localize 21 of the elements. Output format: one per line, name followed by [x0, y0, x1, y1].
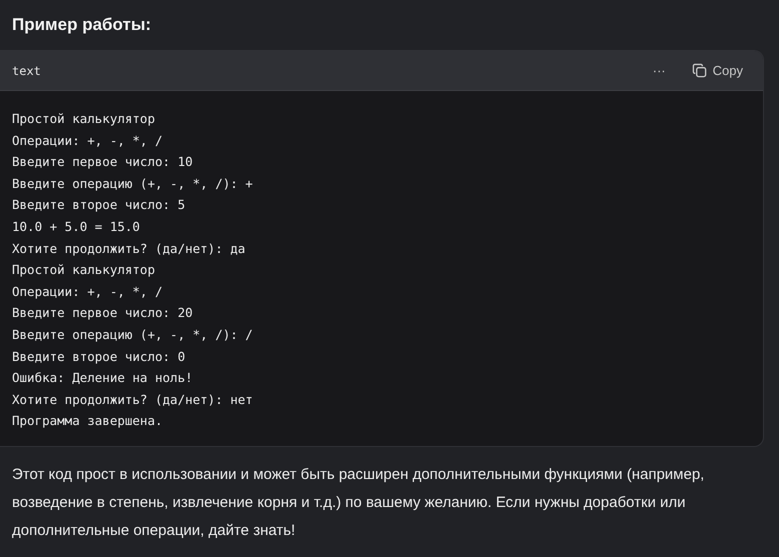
code-line: Простой калькулятор	[12, 110, 156, 128]
code-line: 10.0 + 5.0 = 15.0	[12, 218, 141, 236]
code-line: Введите второе число: 0	[12, 348, 186, 366]
code-line: Хотите продолжить? (да/нет): нет	[12, 390, 254, 409]
section-heading: Пример работы:	[12, 14, 152, 36]
code-line: Хотите продолжить? (да/нет): да	[12, 240, 246, 258]
code-line: Программа завершена.	[12, 412, 164, 430]
language-label: text	[12, 64, 42, 78]
code-line: Ошибка: Деление на ноль!	[12, 369, 194, 388]
code-line: Введите второе число: 5	[12, 196, 186, 214]
code-line: Простой калькулятор	[12, 261, 156, 280]
more-button[interactable]: ···	[648, 61, 670, 80]
code-line: Введите операцию (+, -, *, /): +	[12, 174, 254, 193]
code-line: Введите первое число: 20	[12, 304, 194, 322]
code-line: Операции: +, -, *, /	[12, 132, 164, 150]
copy-button[interactable]: Copy	[688, 61, 747, 80]
code-line: Введите операцию (+, -, *, /): /	[12, 326, 254, 344]
code-line: Введите первое число: 10	[12, 153, 194, 172]
code-line: Операции: +, -, *, /	[12, 282, 164, 301]
explanation-paragraph: Этот код прост в использовании и может быть расширен дополнительными функциями (например, возведение в степень, извлечение корня и т.д.) по вашему желанию. Если нужны доработки или дополнительные операции, дайте знать!	[12, 464, 706, 541]
copy-icon	[692, 63, 707, 78]
